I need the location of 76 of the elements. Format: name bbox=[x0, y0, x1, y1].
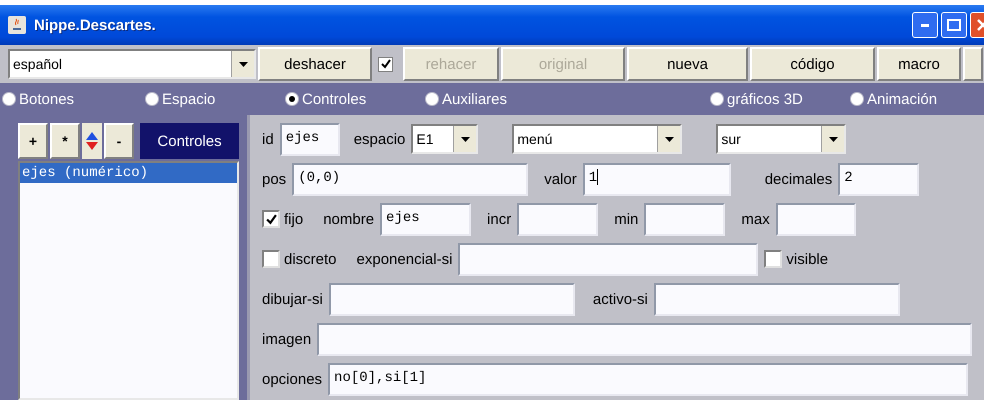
checkbox-label: discreto bbox=[284, 250, 337, 268]
field-label: max bbox=[741, 210, 770, 228]
input-field[interactable] bbox=[644, 202, 726, 236]
input-field[interactable]: (0,0) bbox=[292, 162, 528, 196]
dropdown[interactable]: E1 bbox=[411, 124, 478, 154]
radio-button[interactable] bbox=[2, 92, 16, 106]
toolbar-button[interactable] bbox=[963, 47, 983, 81]
toolbar-button[interactable]: código bbox=[750, 47, 875, 81]
field-label: exponencial-si bbox=[356, 250, 452, 268]
field-label: incr bbox=[487, 210, 512, 228]
field-label: pos bbox=[262, 170, 286, 188]
field-label: dibujar-si bbox=[262, 290, 323, 308]
toolbar-button[interactable]: macro bbox=[877, 47, 961, 81]
list-item[interactable]: ejes (numérico) bbox=[20, 163, 237, 183]
radio-button[interactable] bbox=[850, 92, 864, 106]
caret-icon bbox=[238, 62, 248, 66]
checkbox-label: visible bbox=[786, 250, 828, 268]
radio-label: Espacio bbox=[162, 90, 216, 108]
checkbox[interactable] bbox=[262, 250, 280, 268]
field-label: id bbox=[262, 130, 274, 148]
caret-icon bbox=[664, 136, 674, 142]
field-label: decimales bbox=[764, 170, 832, 188]
language-dropdown[interactable]: español bbox=[8, 49, 256, 79]
input-field[interactable] bbox=[517, 202, 598, 236]
input-field[interactable]: ejes bbox=[380, 202, 472, 236]
copy-button[interactable]: * bbox=[50, 123, 80, 159]
input-field[interactable] bbox=[776, 202, 856, 236]
input-field[interactable]: no[0],si[1] bbox=[328, 362, 968, 396]
radio-button[interactable] bbox=[710, 92, 724, 106]
radio-button[interactable] bbox=[285, 92, 299, 106]
text-cursor bbox=[597, 168, 598, 185]
field-label: imagen bbox=[262, 330, 312, 348]
field-label: valor bbox=[544, 170, 577, 188]
radio-label: Botones bbox=[19, 90, 74, 108]
field-label: activo-si bbox=[592, 290, 648, 308]
caret-icon bbox=[828, 136, 838, 142]
input-field[interactable]: 1 bbox=[582, 162, 731, 196]
checkbox-label: fijo bbox=[284, 210, 304, 228]
window-title: Nippe.Descartes. bbox=[34, 16, 157, 34]
radio-label: Animación bbox=[867, 90, 938, 108]
remove-button[interactable]: - bbox=[104, 123, 134, 159]
radio-button[interactable] bbox=[425, 92, 439, 106]
radio-button[interactable] bbox=[145, 92, 159, 106]
radio-label: Auxiliares bbox=[442, 90, 508, 108]
caret-icon bbox=[460, 136, 470, 142]
input-field[interactable] bbox=[317, 322, 972, 356]
radio-label: gráficos 3D bbox=[727, 90, 803, 108]
down-arrow-icon bbox=[86, 142, 98, 150]
field-label: nombre bbox=[323, 210, 374, 228]
field-label: opciones bbox=[262, 370, 322, 388]
radio-dot-icon bbox=[289, 96, 295, 102]
input-field[interactable] bbox=[328, 282, 575, 316]
checkmark-icon bbox=[266, 214, 276, 224]
input-field[interactable] bbox=[458, 242, 758, 276]
dropdown[interactable]: sur bbox=[716, 124, 846, 154]
toolbar-button[interactable]: nueva bbox=[627, 47, 748, 81]
radio-label: Controles bbox=[302, 90, 366, 108]
list-header: Controles bbox=[140, 123, 239, 159]
toolbar-checkbox[interactable] bbox=[378, 56, 393, 72]
checkmark-icon bbox=[380, 59, 390, 69]
minimize-button[interactable] bbox=[912, 12, 938, 38]
dropdown[interactable]: menú bbox=[512, 124, 682, 154]
input-field[interactable]: ejes bbox=[280, 122, 340, 156]
checkbox[interactable] bbox=[262, 210, 280, 228]
minimize-icon bbox=[921, 24, 929, 26]
input-field[interactable]: 2 bbox=[838, 162, 920, 196]
maximize-button[interactable] bbox=[941, 12, 967, 38]
field-label: espacio bbox=[354, 130, 406, 148]
checkbox[interactable] bbox=[764, 250, 782, 268]
up-arrow-icon bbox=[86, 132, 98, 140]
input-field[interactable] bbox=[654, 282, 900, 316]
add-button[interactable]: + bbox=[18, 123, 48, 159]
toolbar-button[interactable]: deshacer bbox=[258, 47, 372, 81]
maximize-icon bbox=[947, 19, 961, 31]
java-cup-icon bbox=[8, 16, 26, 34]
field-label: min bbox=[614, 210, 638, 228]
